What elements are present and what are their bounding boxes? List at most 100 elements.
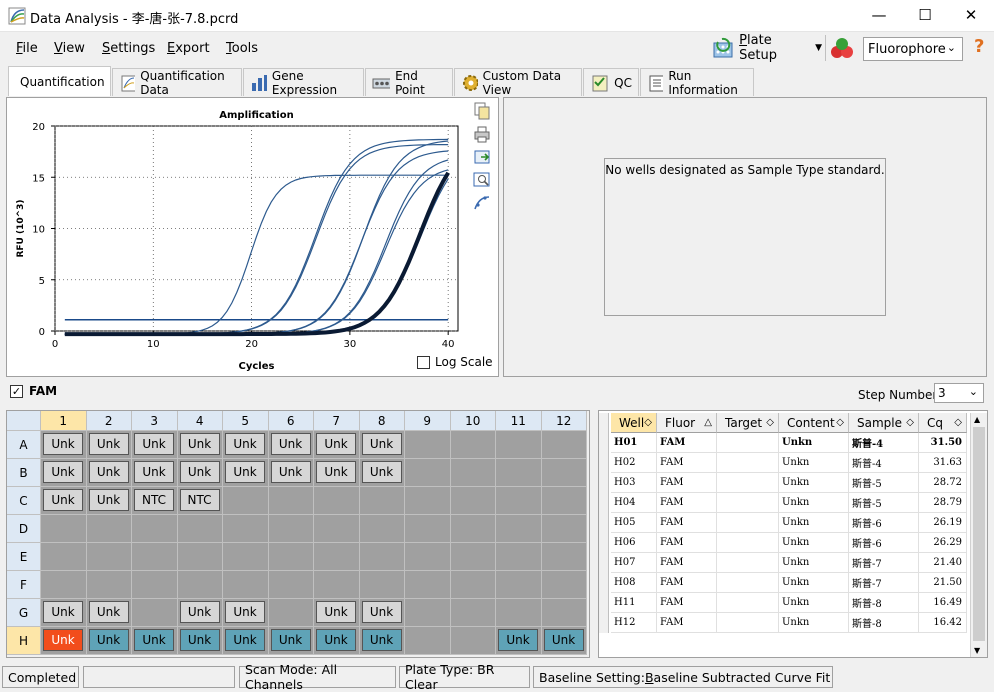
plate-well[interactable]	[314, 487, 360, 515]
table-cell[interactable]: H12	[611, 613, 657, 633]
plate-well[interactable]	[268, 543, 314, 571]
plate-well[interactable]	[177, 543, 223, 571]
plate-well[interactable]	[405, 431, 451, 459]
plate-well[interactable]	[450, 487, 496, 515]
tab-qc[interactable]: QC	[583, 68, 639, 96]
plate-row-header[interactable]: B	[7, 459, 41, 487]
table-cell[interactable]: FAM	[657, 433, 717, 453]
column-header-sample[interactable]: Sample ◇	[849, 413, 919, 433]
help-icon[interactable]: ?	[974, 36, 984, 57]
plate-well[interactable]	[223, 571, 269, 599]
plate-row-header[interactable]: G	[7, 599, 41, 627]
column-header-well[interactable]: Well ◇	[611, 413, 657, 433]
plate-well[interactable]: Unk	[359, 459, 405, 487]
plate-corner[interactable]	[7, 411, 41, 431]
tab-custom-data-view[interactable]: Custom Data View	[454, 68, 582, 97]
table-cell[interactable]: Unkn	[779, 513, 849, 533]
plate-well[interactable]	[405, 627, 451, 655]
column-header-fluor[interactable]: Fluor △	[657, 413, 717, 433]
plate-well[interactable]	[132, 599, 178, 627]
sort-icon[interactable]: △	[704, 417, 712, 428]
copy-icon[interactable]	[473, 102, 491, 120]
print-icon[interactable]	[473, 125, 491, 143]
column-header-target[interactable]: Target ◇	[717, 413, 779, 433]
fluorophore-select[interactable]: Fluorophore ⌄	[863, 37, 963, 61]
table-cell[interactable]: 斯普-5	[849, 473, 919, 493]
table-cell[interactable]	[717, 553, 779, 573]
table-cell[interactable]: H05	[611, 513, 657, 533]
table-cell[interactable]: Unkn	[779, 473, 849, 493]
plate-row-header[interactable]: E	[7, 543, 41, 571]
plate-well[interactable]	[405, 571, 451, 599]
table-cell[interactable]: 31.63	[919, 453, 967, 473]
close-button[interactable]: ✕	[948, 0, 994, 30]
table-cell[interactable]: 21.50	[919, 573, 967, 593]
table-cell[interactable]: 31.50	[919, 433, 967, 453]
well-color-icon[interactable]	[829, 37, 855, 61]
zoom-chart-icon[interactable]	[473, 171, 491, 189]
plate-well[interactable]: Unk	[41, 599, 87, 627]
plate-well[interactable]	[132, 571, 178, 599]
plate-well[interactable]: Unk	[86, 459, 132, 487]
plate-well[interactable]	[86, 571, 132, 599]
plate-well[interactable]	[541, 543, 587, 571]
plate-column-header[interactable]: 3	[132, 411, 178, 431]
plate-column-header[interactable]: 11	[496, 411, 542, 431]
scroll-down-icon[interactable]: ▼	[974, 646, 980, 655]
table-cell[interactable]	[717, 473, 779, 493]
plate-well[interactable]: Unk	[41, 487, 87, 515]
table-cell[interactable]: H02	[611, 453, 657, 473]
table-cell[interactable]: 21.40	[919, 553, 967, 573]
menu-export[interactable]: Export	[167, 41, 210, 56]
plate-well[interactable]	[268, 487, 314, 515]
plate-column-header[interactable]: 7	[314, 411, 360, 431]
plate-row-header[interactable]: D	[7, 515, 41, 543]
table-cell[interactable]: 斯普-4	[849, 453, 919, 473]
table-cell[interactable]: FAM	[657, 593, 717, 613]
plate-well[interactable]	[132, 515, 178, 543]
table-cell[interactable]: 26.19	[919, 513, 967, 533]
plate-well[interactable]	[268, 599, 314, 627]
plate-well[interactable]: Unk	[132, 459, 178, 487]
plate-well[interactable]: Unk	[41, 627, 87, 655]
table-cell[interactable]: H03	[611, 473, 657, 493]
plate-well[interactable]	[132, 543, 178, 571]
plate-well[interactable]: Unk	[223, 627, 269, 655]
table-cell[interactable]: 16.42	[919, 613, 967, 633]
plate-well[interactable]	[314, 571, 360, 599]
table-cell[interactable]: FAM	[657, 553, 717, 573]
tab-gene-expression[interactable]: Gene Expression	[243, 68, 364, 97]
plate-well[interactable]: Unk	[177, 431, 223, 459]
table-cell[interactable]: H08	[611, 573, 657, 593]
plate-well[interactable]: Unk	[132, 431, 178, 459]
table-cell[interactable]	[717, 573, 779, 593]
plate-well[interactable]: Unk	[86, 487, 132, 515]
plate-well[interactable]	[496, 599, 542, 627]
plate-well[interactable]	[405, 515, 451, 543]
table-cell[interactable]	[717, 593, 779, 613]
plate-well[interactable]	[496, 487, 542, 515]
table-cell[interactable]: Unkn	[779, 453, 849, 473]
fam-toggle[interactable]: ✓ FAM	[10, 384, 57, 398]
plate-column-header[interactable]: 12	[541, 411, 587, 431]
plate-well[interactable]	[541, 487, 587, 515]
plate-well[interactable]: Unk	[41, 431, 87, 459]
plate-well[interactable]	[268, 571, 314, 599]
plate-row-header[interactable]: H	[7, 627, 41, 655]
plate-well[interactable]	[86, 515, 132, 543]
table-cell[interactable]: FAM	[657, 573, 717, 593]
table-cell[interactable]: FAM	[657, 473, 717, 493]
table-cell[interactable]: 斯普-7	[849, 573, 919, 593]
plate-well[interactable]	[541, 459, 587, 487]
plate-column-header[interactable]: 9	[405, 411, 451, 431]
table-cell[interactable]: 斯普-6	[849, 513, 919, 533]
maximize-button[interactable]: ☐	[902, 0, 948, 30]
plate-well[interactable]	[177, 571, 223, 599]
plate-well[interactable]: Unk	[359, 431, 405, 459]
plate-well[interactable]	[450, 431, 496, 459]
table-cell[interactable]: Unkn	[779, 533, 849, 553]
table-cell[interactable]: H01	[611, 433, 657, 453]
plate-well[interactable]: NTC	[132, 487, 178, 515]
table-cell[interactable]: 斯普-8	[849, 613, 919, 633]
plate-well[interactable]: Unk	[314, 431, 360, 459]
